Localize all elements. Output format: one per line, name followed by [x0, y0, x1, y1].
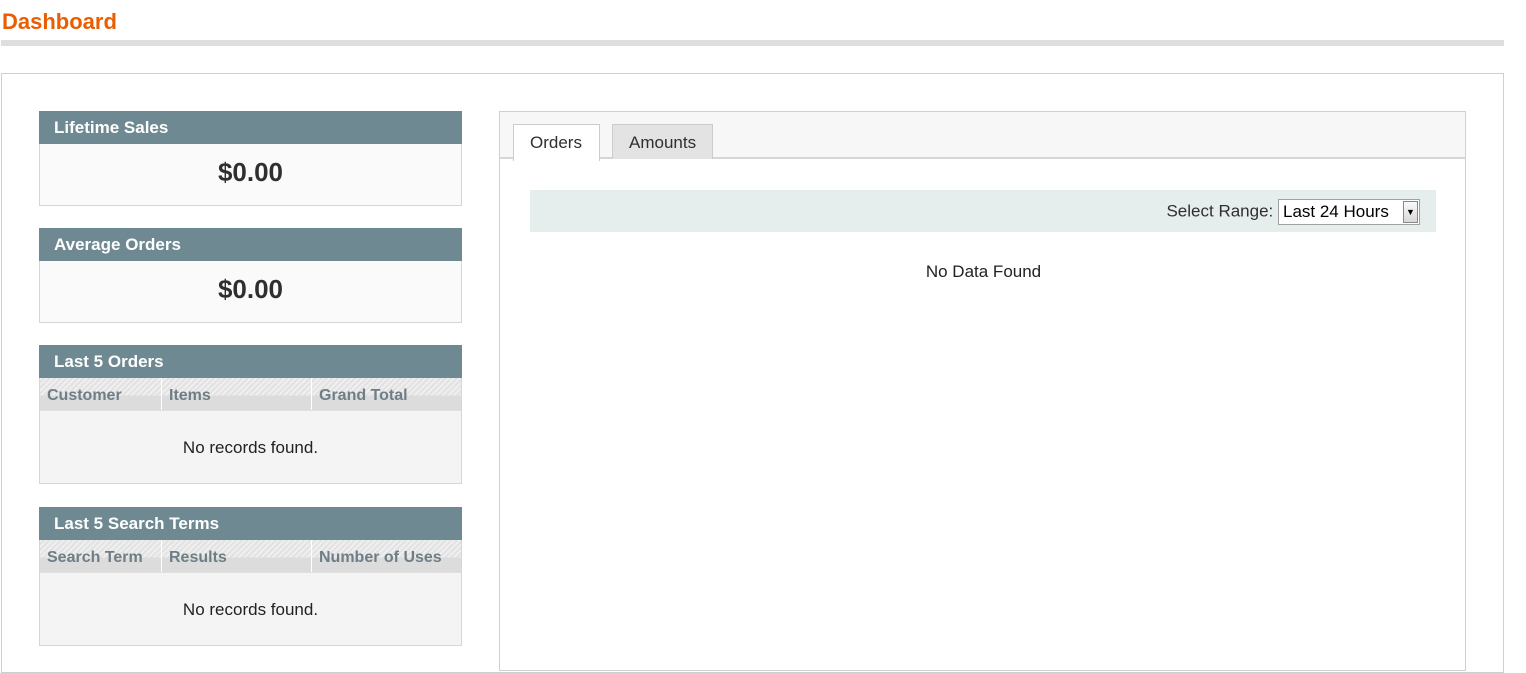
column-header-customer[interactable]: Customer: [40, 378, 162, 410]
last-orders-widget: Last 5 Orders Customer Items Grand Total…: [39, 345, 462, 484]
range-value: Last 24 Hours: [1283, 202, 1389, 221]
tab-orders[interactable]: Orders: [513, 124, 600, 161]
no-data-message: No Data Found: [925, 262, 1042, 281]
tab-amounts[interactable]: Amounts: [612, 124, 713, 159]
column-header-grand-total[interactable]: Grand Total: [312, 378, 461, 410]
column-header-results[interactable]: Results: [162, 540, 312, 572]
empty-message: No records found.: [182, 600, 319, 619]
title-divider: [1, 40, 1504, 46]
empty-message: No records found.: [182, 438, 319, 457]
chart-tabs: Orders Amounts: [500, 112, 1465, 161]
widget-title: Average Orders: [39, 228, 462, 261]
widget-title: Last 5 Search Terms: [39, 507, 462, 540]
chevron-down-icon[interactable]: ▼: [1403, 201, 1418, 223]
column-header-items[interactable]: Items: [162, 378, 312, 410]
range-bar: Select Range: Last 24 Hours ▼: [530, 190, 1436, 232]
last-search-terms-widget: Last 5 Search Terms Search Term Results …: [39, 507, 462, 646]
range-select[interactable]: Last 24 Hours ▼: [1278, 199, 1420, 225]
chart-panel: Orders Amounts Select Range: Last 24 Hou…: [499, 111, 1466, 671]
column-header-number-of-uses[interactable]: Number of Uses: [312, 540, 461, 572]
average-orders-value: $0.00: [39, 261, 462, 323]
range-label: Select Range:: [1166, 201, 1274, 221]
widget-title: Lifetime Sales: [39, 111, 462, 144]
average-orders-widget: Average Orders $0.00: [39, 228, 462, 323]
widget-title: Last 5 Orders: [39, 345, 462, 378]
lifetime-sales-widget: Lifetime Sales $0.00: [39, 111, 462, 206]
page-title: Dashboard: [2, 9, 117, 34]
column-header-search-term[interactable]: Search Term: [40, 540, 162, 572]
lifetime-sales-value: $0.00: [39, 144, 462, 206]
